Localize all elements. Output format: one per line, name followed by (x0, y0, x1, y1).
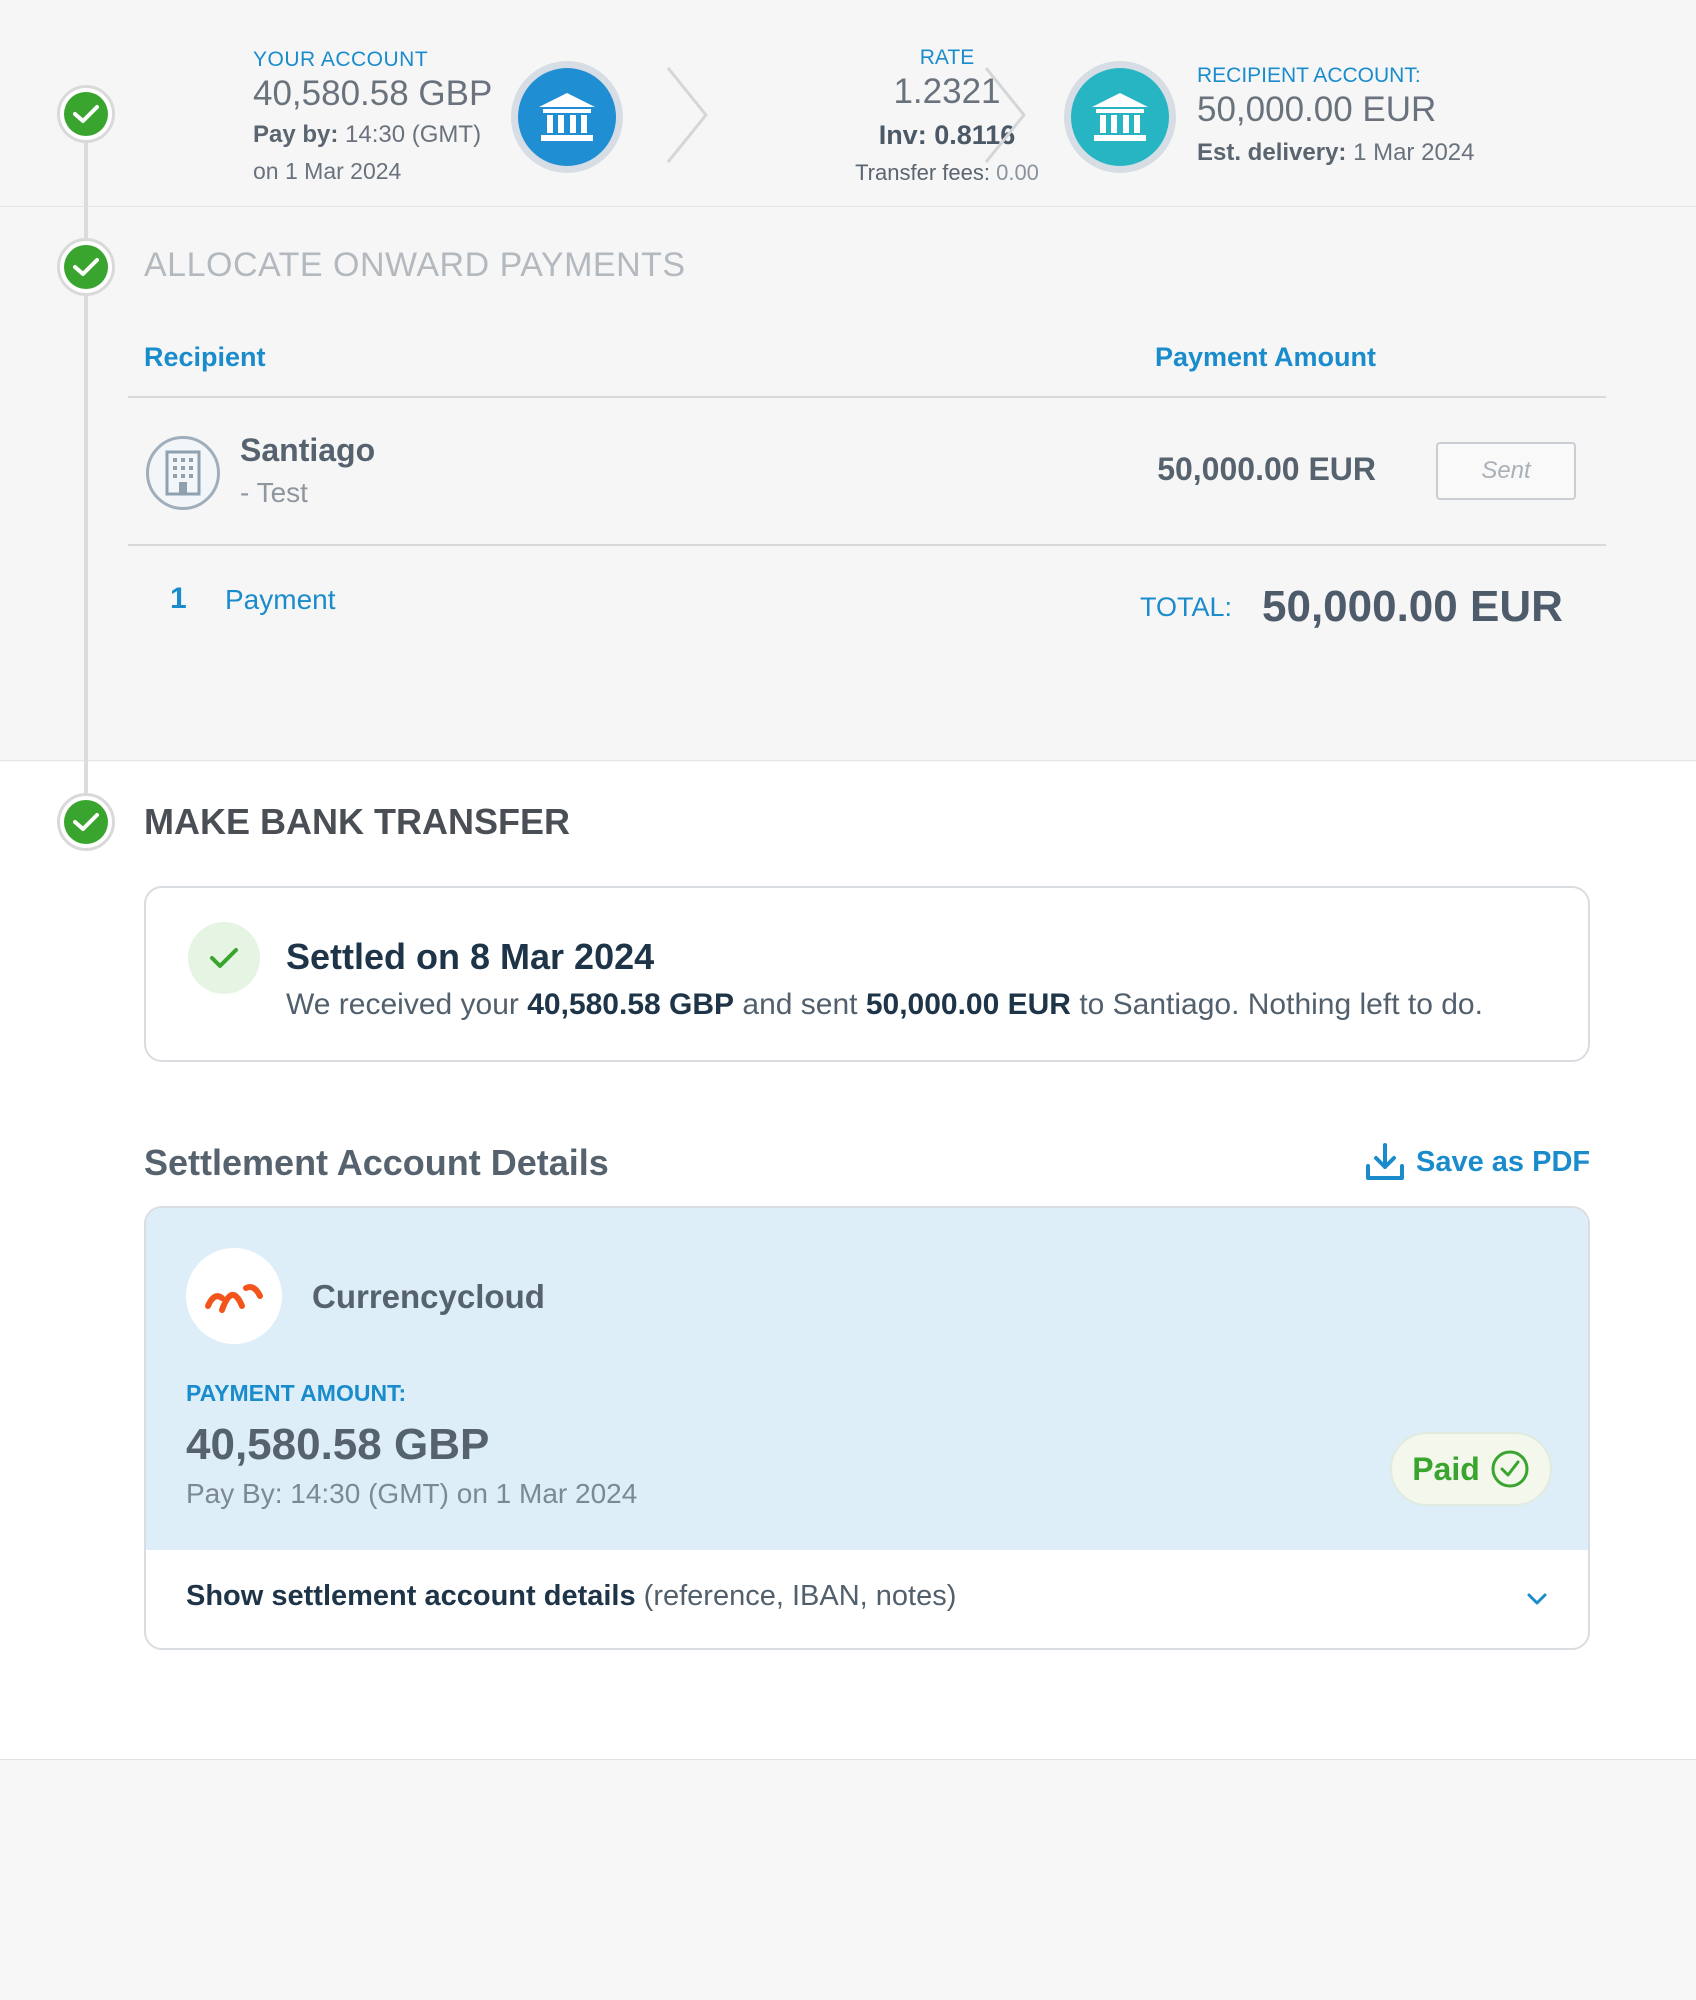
received-amount: 40,580.58 GBP (527, 988, 735, 1021)
page-footer-area (0, 1761, 1696, 2000)
show-details-text: Show settlement account details (referen… (186, 1580, 956, 1613)
your-account-label: YOUR ACCOUNT (253, 48, 429, 71)
save-as-pdf-label: Save as PDF (1416, 1145, 1591, 1178)
pay-by-time: 14:30 (GMT) (345, 121, 482, 148)
download-icon (1366, 1143, 1404, 1180)
paid-label: Paid (1412, 1450, 1480, 1487)
settled-message-post: to Santiago. Nothing left to do. (1079, 988, 1483, 1021)
settlement-details-title: Settlement Account Details (144, 1142, 609, 1183)
settlement-account-card: Currencycloud PAYMENT AMOUNT: 40,580.58 … (144, 1206, 1590, 1650)
sent-status-button[interactable]: Sent (1436, 442, 1576, 500)
settled-message-pre: We received your (286, 988, 519, 1021)
bank-icon (511, 61, 623, 173)
recipient-name[interactable]: Santiago (240, 432, 375, 469)
total-amount: 50,000.00 EUR (1262, 582, 1563, 631)
chevron-right-icon (984, 67, 1026, 163)
payment-amount-label: PAYMENT AMOUNT: (186, 1380, 407, 1406)
est-delivery-date: 1 Mar 2024 (1353, 139, 1475, 166)
settled-status-card: Settled on 8 Mar 2024 We received your 4… (144, 886, 1590, 1062)
recipient-bank-icon (1064, 61, 1176, 173)
chevron-right-icon (666, 67, 708, 163)
recipient-column-header: Recipient (144, 342, 266, 372)
settlement-pay-by: Pay By: 14:30 (GMT) on 1 Mar 2024 (186, 1478, 638, 1509)
transfer-fees-label: Transfer fees: (855, 160, 990, 185)
chevron-down-icon (1527, 1593, 1547, 1605)
payment-count-label: Payment (225, 584, 336, 615)
show-details-hint: (reference, IBAN, notes) (643, 1580, 957, 1612)
settlement-summary-panel: Currencycloud PAYMENT AMOUNT: 40,580.58 … (146, 1208, 1588, 1550)
inverse-rate: Inv: 0.8116 (797, 120, 1097, 151)
show-settlement-details-toggle[interactable]: Show settlement account details (referen… (146, 1550, 1588, 1648)
paid-status-badge: Paid (1390, 1432, 1552, 1506)
payment-amount-column-header: Payment Amount (1154, 342, 1376, 372)
est-delivery-label: Est. delivery: (1197, 139, 1347, 166)
inverse-rate-label: Inv: (878, 120, 927, 150)
pay-by-line: Pay by: 14:30 (GMT) (253, 121, 481, 149)
settled-title: Settled on 8 Mar 2024 (286, 936, 655, 977)
payment-count: 1 (170, 582, 187, 615)
transfer-fees: Transfer fees: 0.00 (797, 160, 1097, 186)
step-complete-icon (57, 238, 115, 296)
total-label: TOTAL: (1139, 592, 1232, 622)
success-check-icon (188, 922, 260, 994)
provider-name: Currencycloud (312, 1278, 545, 1315)
recipient-subtitle: - Test (240, 477, 308, 508)
your-account-amount: 40,580.58 GBP (253, 74, 493, 113)
building-icon (146, 436, 220, 510)
sent-amount: 50,000.00 EUR (865, 988, 1071, 1021)
progress-rail (84, 114, 88, 822)
currencycloud-logo (186, 1248, 282, 1344)
step-complete-icon (57, 793, 115, 851)
table-divider (128, 396, 1606, 398)
recipient-account-label: RECIPIENT ACCOUNT: (1197, 64, 1421, 87)
settled-message: We received your 40,580.58 GBP and sent … (286, 988, 1483, 1022)
pay-by-date: on 1 Mar 2024 (253, 158, 402, 184)
pay-by-label: Pay by: (253, 121, 339, 148)
allocate-section-title: ALLOCATE ONWARD PAYMENTS (144, 246, 686, 284)
rate-label: RATE (919, 46, 975, 69)
table-divider (128, 544, 1606, 546)
row-payment-amount: 50,000.00 EUR (1157, 451, 1376, 487)
show-details-label: Show settlement account details (186, 1580, 636, 1612)
rate-value: 1.2321 (893, 72, 1001, 111)
bank-transfer-title: MAKE BANK TRANSFER (144, 801, 570, 842)
settled-message-mid: and sent (742, 988, 858, 1021)
recipient-account-amount: 50,000.00 EUR (1197, 90, 1437, 129)
step-complete-icon (57, 85, 115, 143)
paid-check-icon (1491, 1450, 1529, 1488)
settlement-payment-amount: 40,580.58 GBP (186, 1420, 490, 1469)
est-delivery: Est. delivery: 1 Mar 2024 (1197, 139, 1474, 167)
save-as-pdf-button[interactable]: Save as PDF (1364, 1142, 1590, 1182)
